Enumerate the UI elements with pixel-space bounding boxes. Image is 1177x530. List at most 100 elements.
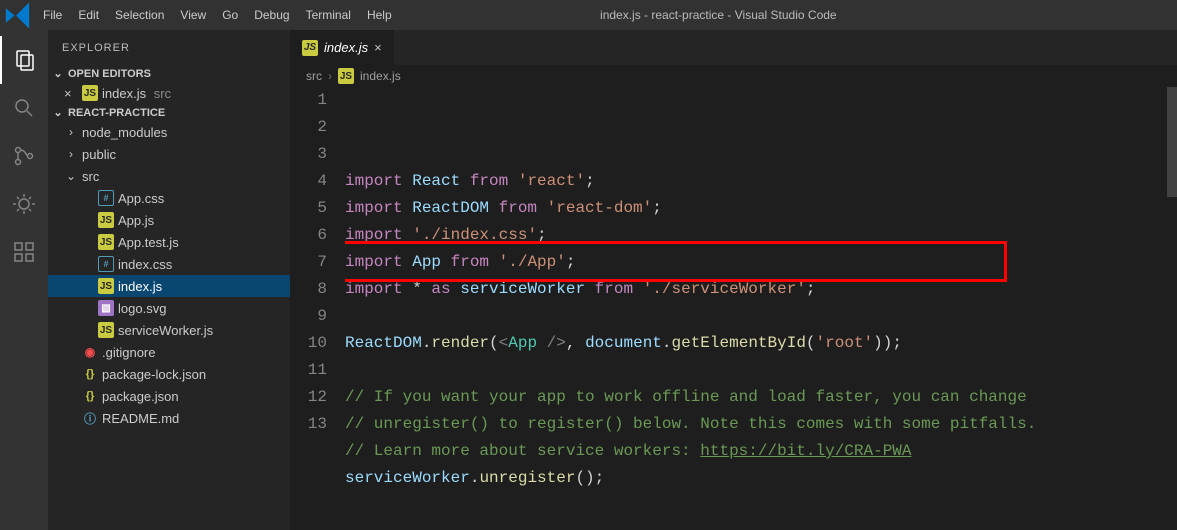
file-name: .gitignore (102, 345, 155, 360)
breadcrumb-segment[interactable]: src (306, 69, 322, 83)
js-icon: JS (82, 85, 98, 101)
json-icon (82, 366, 98, 382)
folder-item[interactable]: › node_modules (48, 121, 290, 143)
activity-bar (0, 30, 48, 530)
explorer-icon[interactable] (0, 36, 48, 84)
svg-icon: ▧ (98, 300, 114, 316)
open-editor-item[interactable]: × JS index.js src (48, 82, 290, 104)
menu-terminal[interactable]: Terminal (298, 0, 359, 30)
editor-zone: JS index.js × src › JS index.js 12345678910… (290, 30, 1177, 530)
sidebar: EXPLORER ⌄ OPEN EDITORS ×JSindex.js src … (48, 30, 290, 530)
code-line-10[interactable]: // unregister() to register() below. Not… (345, 411, 1167, 438)
file-item[interactable]: JS index.js (48, 275, 290, 297)
breadcrumb-segment[interactable]: index.js (360, 69, 401, 83)
file-name: App.test.js (118, 235, 179, 250)
file-name: package-lock.json (102, 367, 206, 382)
menu-help[interactable]: Help (359, 0, 400, 30)
file-item[interactable]: ▧ logo.svg (48, 297, 290, 319)
code-line-2[interactable]: import ReactDOM from 'react-dom'; (345, 195, 1167, 222)
file-item[interactable]: JS serviceWorker.js (48, 319, 290, 341)
menu-selection[interactable]: Selection (107, 0, 172, 30)
file-item[interactable]: README.md (48, 407, 290, 429)
file-name: logo.svg (118, 301, 166, 316)
code-line-8[interactable] (345, 357, 1167, 384)
code-line-4[interactable]: import App from './App'; (345, 249, 1167, 276)
chevron-right-icon: › (328, 69, 332, 83)
file-item[interactable]: App.css (48, 187, 290, 209)
code-content[interactable]: import React from 'react';import ReactDO… (345, 87, 1177, 530)
search-icon[interactable] (0, 84, 48, 132)
code-line-9[interactable]: // If you want your app to work offline … (345, 384, 1167, 411)
open-editors-header[interactable]: ⌄ OPEN EDITORS (48, 65, 290, 82)
folder-name: public (82, 147, 116, 162)
file-item[interactable]: JS App.js (48, 209, 290, 231)
line-numbers: 12345678910111213 (290, 87, 345, 530)
code-line-6[interactable] (345, 303, 1167, 330)
js-icon: JS (98, 278, 114, 294)
js-icon: JS (302, 40, 318, 56)
menu-bar: FileEditSelectionViewGoDebugTerminalHelp (35, 0, 400, 30)
js-icon: JS (98, 322, 114, 338)
ignore-icon (82, 344, 98, 360)
close-icon[interactable]: × (374, 40, 382, 55)
code-line-5[interactable]: import * as serviceWorker from './servic… (345, 276, 1167, 303)
code-line-7[interactable]: ReactDOM.render(<App />, document.getEle… (345, 330, 1167, 357)
file-name: index.js (102, 86, 146, 101)
extensions-icon[interactable] (0, 228, 48, 276)
file-item[interactable]: package-lock.json (48, 363, 290, 385)
code-line-12[interactable]: serviceWorker.unregister(); (345, 465, 1167, 492)
sidebar-title: EXPLORER (48, 30, 290, 65)
json-icon (82, 388, 98, 404)
debug-icon[interactable] (0, 180, 48, 228)
chevron-down-icon: ⌄ (52, 67, 64, 80)
file-item[interactable]: JS App.test.js (48, 231, 290, 253)
chevron-down-icon: ⌄ (52, 106, 64, 119)
vscode-logo-icon (0, 0, 35, 30)
file-name: index.js (118, 279, 162, 294)
folder-item[interactable]: › public (48, 143, 290, 165)
file-hint: src (150, 86, 171, 101)
js-icon: JS (98, 234, 114, 250)
tab-index-js[interactable]: JS index.js × (290, 30, 395, 65)
file-item[interactable]: index.css (48, 253, 290, 275)
chevron-right-icon: › (64, 125, 78, 139)
open-editors-label: OPEN EDITORS (68, 68, 151, 80)
titlebar: FileEditSelectionViewGoDebugTerminalHelp… (0, 0, 1177, 30)
editor[interactable]: 12345678910111213 import React from 'rea… (290, 87, 1177, 530)
chevron-down-icon: ⌄ (64, 169, 78, 183)
close-icon[interactable]: × (64, 86, 78, 101)
file-name: App.js (118, 213, 154, 228)
js-icon: JS (338, 68, 354, 84)
menu-file[interactable]: File (35, 0, 70, 30)
info-icon (82, 410, 98, 426)
file-name: App.css (118, 191, 164, 206)
project-label: REACT-PRACTICE (68, 107, 165, 119)
folder-name: node_modules (82, 125, 167, 140)
tab-label: index.js (324, 40, 368, 55)
file-name: package.json (102, 389, 179, 404)
file-name: index.css (118, 257, 172, 272)
code-line-11[interactable]: // Learn more about service workers: htt… (345, 438, 1167, 465)
file-name: serviceWorker.js (118, 323, 213, 338)
js-icon: JS (98, 212, 114, 228)
menu-debug[interactable]: Debug (246, 0, 297, 30)
code-line-3[interactable]: import './index.css'; (345, 222, 1167, 249)
chevron-right-icon: › (64, 147, 78, 161)
scrollbar[interactable] (1167, 87, 1177, 197)
file-item[interactable]: .gitignore (48, 341, 290, 363)
menu-go[interactable]: Go (214, 0, 246, 30)
file-tree: ›node_modules›public⌄srcApp.cssJSApp.jsJ… (48, 121, 290, 429)
project-header[interactable]: ⌄ REACT-PRACTICE (48, 104, 290, 121)
breadcrumbs[interactable]: src › JS index.js (290, 65, 1177, 87)
editor-tabs: JS index.js × (290, 30, 1177, 65)
menu-view[interactable]: View (172, 0, 214, 30)
file-name: README.md (102, 411, 179, 426)
window-title: index.js - react-practice - Visual Studi… (400, 8, 1037, 22)
folder-item[interactable]: ⌄src (48, 165, 290, 187)
css-icon (98, 190, 114, 206)
code-line-1[interactable]: import React from 'react'; (345, 168, 1167, 195)
scm-icon[interactable] (0, 132, 48, 180)
menu-edit[interactable]: Edit (70, 0, 107, 30)
file-item[interactable]: package.json (48, 385, 290, 407)
code-line-13[interactable] (345, 492, 1167, 519)
